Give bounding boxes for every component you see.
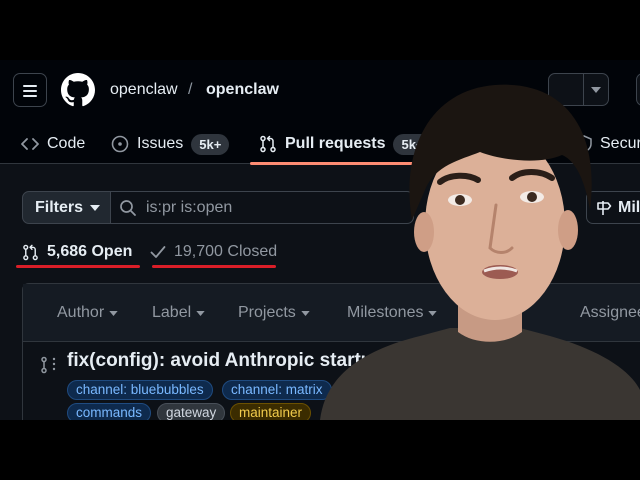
pr-label[interactable]: maintainer	[230, 403, 312, 420]
closed-prs-toggle[interactable]: 19,700 Closed	[150, 243, 277, 261]
caret-down-icon	[90, 204, 101, 211]
tab-code[interactable]: Code	[21, 124, 85, 164]
pull-request-icon	[23, 244, 38, 260]
open-prs-toggle[interactable]: 5,686 Open	[22, 243, 132, 261]
pr-label[interactable]: channel: bluebubbles	[67, 380, 213, 400]
draft-pull-request-icon	[41, 356, 56, 374]
issues-count-badge: 5k+	[191, 133, 230, 155]
search-value: is:pr is:open	[146, 198, 233, 216]
path-separator: /	[188, 81, 193, 98]
projects-filter-label: Projects	[238, 304, 296, 321]
issue-icon	[111, 135, 129, 153]
filters-button[interactable]: Filters	[22, 191, 111, 224]
menu-button[interactable]	[13, 73, 47, 107]
tab-issues-label: Issues	[137, 135, 184, 152]
github-logo-icon[interactable]	[61, 73, 95, 107]
author-filter[interactable]: Author	[57, 304, 118, 322]
code-icon	[21, 138, 39, 150]
closed-count-label: 19,700 Closed	[174, 243, 278, 260]
tab-issues[interactable]: Issues 5k+	[111, 124, 230, 164]
check-icon	[150, 246, 166, 258]
repo-name-link[interactable]: openclaw	[206, 81, 279, 99]
closed-highlight-underline	[152, 265, 276, 268]
github-window: openclaw / openclaw Code Issues 5k+ Pull…	[0, 60, 640, 420]
pr-label[interactable]: gateway	[157, 403, 226, 420]
caret-down-icon	[196, 310, 205, 316]
pr-label[interactable]: commands	[67, 403, 152, 420]
label-filter[interactable]: Label	[152, 304, 205, 322]
label-filter-label: Label	[152, 304, 192, 321]
open-highlight-underline	[16, 265, 140, 268]
repo-owner-link[interactable]: openclaw	[110, 81, 178, 99]
caret-down-icon	[109, 310, 118, 316]
presenter-photo	[320, 84, 640, 420]
filters-label: Filters	[35, 198, 84, 216]
pull-request-icon	[260, 135, 276, 153]
search-icon	[120, 199, 136, 216]
author-filter-label: Author	[57, 304, 105, 321]
open-count-label: 5,686 Open	[47, 243, 133, 260]
tab-code-label: Code	[47, 135, 86, 152]
